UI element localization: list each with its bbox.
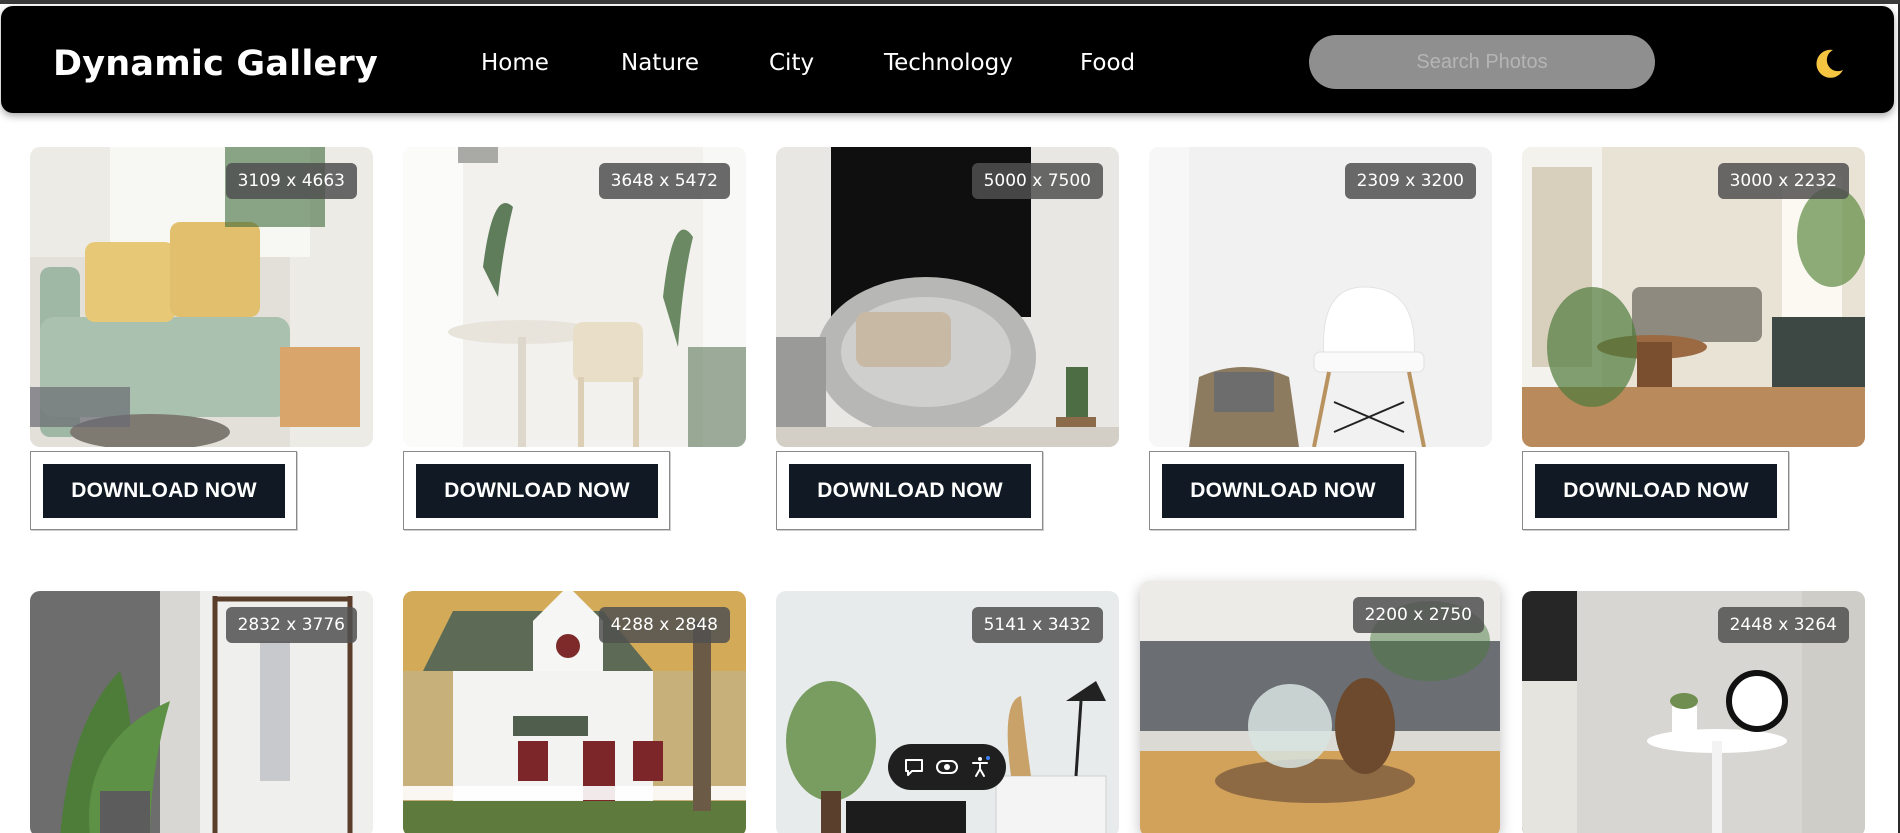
dimension-badge: 3109 x 4663 — [225, 163, 357, 199]
nav-home[interactable]: Home — [481, 50, 549, 76]
photo-living-room[interactable]: 3000 x 2232 — [1522, 147, 1865, 447]
download-frame: DOWNLOAD NOW — [403, 451, 670, 530]
chat-icon[interactable] — [902, 755, 926, 779]
dimension-badge: 2832 x 3776 — [225, 607, 357, 643]
download-button[interactable]: DOWNLOAD NOW — [1162, 464, 1404, 518]
photo-white-house[interactable]: 4288 x 2848 — [403, 591, 746, 833]
photo-alarm-clock[interactable]: 2448 x 3264 — [1522, 591, 1865, 833]
dimension-badge: 2200 x 2750 — [1352, 597, 1484, 633]
accessibility-icon[interactable] — [968, 755, 992, 779]
photo-white-chair[interactable]: 2309 x 3200 — [1149, 147, 1492, 447]
floating-toolbar — [888, 744, 1006, 790]
search-input[interactable] — [1309, 35, 1655, 89]
nav-nature[interactable]: Nature — [621, 50, 699, 76]
brand-title[interactable]: Dynamic Gallery — [53, 44, 378, 84]
dimension-badge: 3000 x 2232 — [1717, 163, 1849, 199]
photo-table-chair[interactable]: 3648 x 5472 — [403, 147, 746, 447]
nav-city[interactable]: City — [769, 50, 814, 76]
download-button[interactable]: DOWNLOAD NOW — [789, 464, 1031, 518]
download-frame: DOWNLOAD NOW — [1522, 451, 1789, 530]
photo-sideboard[interactable]: 5141 x 3432 — [776, 591, 1119, 833]
dimension-badge: 3648 x 5472 — [598, 163, 730, 199]
photo-sofa-room[interactable]: 3109 x 4663 — [30, 147, 373, 447]
moon-icon[interactable] — [1811, 46, 1847, 82]
download-button[interactable]: DOWNLOAD NOW — [1535, 464, 1777, 518]
eye-icon[interactable] — [935, 755, 959, 779]
download-button[interactable]: DOWNLOAD NOW — [416, 464, 658, 518]
dimension-badge: 5000 x 7500 — [971, 163, 1103, 199]
nav-food[interactable]: Food — [1080, 50, 1135, 76]
dimension-badge: 5141 x 3432 — [971, 607, 1103, 643]
dimension-badge: 2309 x 3200 — [1344, 163, 1476, 199]
dimension-badge: 2448 x 3264 — [1717, 607, 1849, 643]
download-frame: DOWNLOAD NOW — [1149, 451, 1416, 530]
download-frame: DOWNLOAD NOW — [30, 451, 297, 530]
top-navbar: Dynamic Gallery Home Nature City Technol… — [1, 6, 1894, 113]
download-button[interactable]: DOWNLOAD NOW — [43, 464, 285, 518]
dimension-badge: 4288 x 2848 — [598, 607, 730, 643]
nav-technology[interactable]: Technology — [884, 50, 1013, 76]
photo-grey-armchair[interactable]: 5000 x 7500 — [776, 147, 1119, 447]
photo-clothes-rack[interactable]: 2832 x 3776 — [30, 591, 373, 833]
photo-pinecone-table[interactable]: 2200 x 2750 — [1140, 581, 1500, 833]
download-frame: DOWNLOAD NOW — [776, 451, 1043, 530]
